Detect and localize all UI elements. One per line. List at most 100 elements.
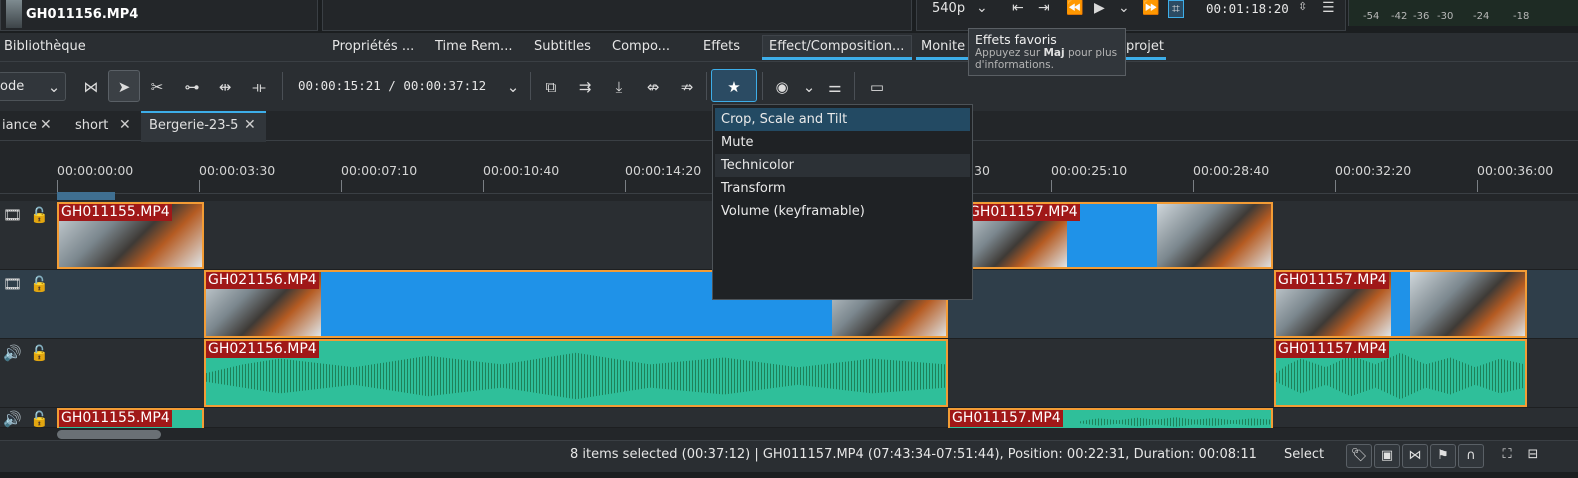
track-header-v1[interactable]: 🎞 🔓: [0, 270, 57, 339]
ruler-label: 00:00:32:20: [1335, 163, 1412, 178]
ruler-label: 00:00:36:00: [1477, 163, 1554, 178]
monitor-panel: [322, 0, 912, 31]
forward-icon[interactable]: ⏩: [1142, 0, 1159, 16]
menu-item-mute[interactable]: Mute: [715, 131, 970, 154]
chevron-down-icon[interactable]: ⌄: [502, 76, 524, 98]
sequence-tab[interactable]: iance: [2, 118, 37, 133]
clip-label: GH011155.MP4: [59, 410, 172, 427]
extract-icon[interactable]: ⇎: [642, 76, 664, 98]
ruler-tick: [1193, 180, 1194, 192]
set-in-icon[interactable]: ⇤: [1012, 0, 1024, 16]
track-header-a2[interactable]: 🔊 🔓: [0, 408, 57, 428]
speaker-icon[interactable]: 🔊: [3, 344, 22, 362]
db-tick: -30: [1437, 11, 1454, 22]
overwrite-icon[interactable]: ⤓: [608, 76, 630, 98]
spin-arrows-icon[interactable]: ⇳: [1298, 0, 1307, 13]
star-icon[interactable]: ★: [723, 76, 745, 98]
mixer-icon[interactable]: ⚌: [824, 76, 846, 98]
chevron-down-icon[interactable]: ⌄: [1118, 0, 1130, 16]
ruler-label: 00:00:25:10: [1051, 163, 1128, 178]
clip-label: GH011155.MP4: [59, 204, 172, 221]
fit-zoom-icon[interactable]: ⛶: [1494, 444, 1520, 468]
spacer-icon[interactable]: ⊶: [181, 76, 203, 98]
tab-time-remap[interactable]: Time Rem...: [435, 39, 512, 54]
rewind-icon[interactable]: ⏪: [1066, 0, 1083, 16]
ripple-icon[interactable]: ⇹: [214, 76, 236, 98]
ruler-label: 30: [974, 163, 990, 178]
ruler-tick: [199, 180, 200, 192]
video-clip[interactable]: GH011157.MP4: [1274, 270, 1527, 338]
ruler-tick: [1477, 180, 1478, 192]
audio-thumb-icon[interactable]: ⋈: [1402, 444, 1428, 468]
track-a2[interactable]: [57, 408, 1578, 428]
audio-clip[interactable]: GH011157.MP4: [1274, 339, 1527, 407]
timeline-timecode[interactable]: 00:00:15:21 / 00:00:37:12: [298, 78, 486, 93]
close-icon[interactable]: ✕: [119, 117, 131, 133]
tab-effect-composition[interactable]: Effect/Composition...: [769, 39, 904, 54]
lock-icon[interactable]: 🔓: [30, 344, 49, 362]
audio-clip[interactable]: GH011157.MP4: [948, 408, 1273, 428]
lock-icon[interactable]: 🔓: [30, 410, 49, 428]
audio-meter: -54 -42 -36 -30 -24 -18: [1348, 0, 1578, 26]
speaker-icon[interactable]: 🔊: [3, 410, 22, 428]
timeline-scrollbar[interactable]: [0, 428, 1578, 440]
film-icon[interactable]: ▣: [1374, 444, 1400, 468]
ruler-tick: [483, 180, 484, 192]
track-header-a1[interactable]: 🔊 🔓: [0, 339, 57, 408]
menu-item-technicolor[interactable]: Technicolor: [715, 154, 970, 177]
pointer-icon[interactable]: ➤: [113, 76, 135, 98]
db-tick: -42: [1391, 11, 1408, 22]
tab-subtitles[interactable]: Subtitles: [534, 39, 591, 54]
close-icon[interactable]: ✕: [244, 117, 256, 133]
tab-monitor[interactable]: Monite: [921, 39, 965, 54]
insert-icon[interactable]: ⇉: [574, 76, 596, 98]
toolbar-separator: [854, 72, 855, 100]
lift-icon[interactable]: ⇏: [676, 76, 698, 98]
tooltip-text: d'informations.: [975, 59, 1054, 71]
resolution-select[interactable]: 540p: [932, 1, 965, 16]
razor-multi-icon[interactable]: ⋈: [80, 76, 102, 98]
tab-properties[interactable]: Propriétés ...: [332, 39, 414, 54]
record-icon[interactable]: ◉: [771, 76, 793, 98]
film-icon[interactable]: 🎞: [3, 275, 22, 293]
db-tick: -36: [1413, 11, 1430, 22]
sequence-tab-active[interactable]: Bergerie-23-5: [149, 118, 238, 133]
film-icon[interactable]: 🎞: [3, 206, 22, 224]
track-header-v2[interactable]: 🎞 🔓: [0, 201, 57, 270]
menu-icon[interactable]: ☰: [1322, 0, 1335, 16]
track-mode-label: ode: [0, 79, 25, 94]
close-icon[interactable]: ✕: [40, 117, 52, 133]
tab-project[interactable]: projet: [1126, 39, 1164, 54]
tab-effects[interactable]: Effets: [703, 39, 740, 54]
zoom-out-icon[interactable]: ⊟: [1520, 444, 1546, 468]
crop-icon[interactable]: ⌗: [1168, 0, 1184, 18]
multitrack-icon[interactable]: ⧉: [540, 76, 562, 98]
timeline-zone[interactable]: [57, 192, 115, 200]
audio-clip[interactable]: GH011155.MP4: [57, 408, 204, 428]
menu-item-volume[interactable]: Volume (keyframable): [715, 200, 970, 223]
chevron-down-icon[interactable]: ⌄: [43, 76, 65, 98]
chevron-down-icon[interactable]: ⌄: [976, 0, 988, 16]
scrollbar-thumb[interactable]: [57, 430, 161, 439]
video-clip[interactable]: GH011157.MP4: [965, 202, 1273, 269]
set-out-icon[interactable]: ⇥: [1038, 0, 1050, 16]
menu-item-crop-scale-tilt[interactable]: Crop, Scale and Tilt: [715, 108, 970, 131]
subtitle-icon[interactable]: ▭: [866, 76, 888, 98]
play-icon[interactable]: ▶: [1094, 0, 1105, 16]
lock-icon[interactable]: 🔓: [30, 206, 49, 224]
lock-icon[interactable]: 🔓: [30, 275, 49, 293]
sequence-tab[interactable]: short: [75, 118, 108, 133]
flag-icon[interactable]: ⚑: [1430, 444, 1456, 468]
video-clip[interactable]: GH011155.MP4: [57, 202, 204, 269]
cut-icon[interactable]: ✂: [146, 76, 168, 98]
tab-library[interactable]: Bibliothèque: [4, 39, 86, 54]
tab-compositions[interactable]: Compo...: [612, 39, 670, 54]
snap-icon[interactable]: ∩: [1458, 444, 1484, 468]
menu-item-transform[interactable]: Transform: [715, 177, 970, 200]
status-mode: Select: [1284, 447, 1325, 462]
monitor-timecode[interactable]: 00:01:18:20: [1206, 1, 1289, 16]
chevron-down-icon[interactable]: ⌄: [798, 76, 820, 98]
audio-clip[interactable]: GH021156.MP4: [204, 339, 948, 407]
tag-icon[interactable]: 🏷: [1346, 444, 1372, 468]
slip-icon[interactable]: ⟛: [248, 76, 270, 98]
